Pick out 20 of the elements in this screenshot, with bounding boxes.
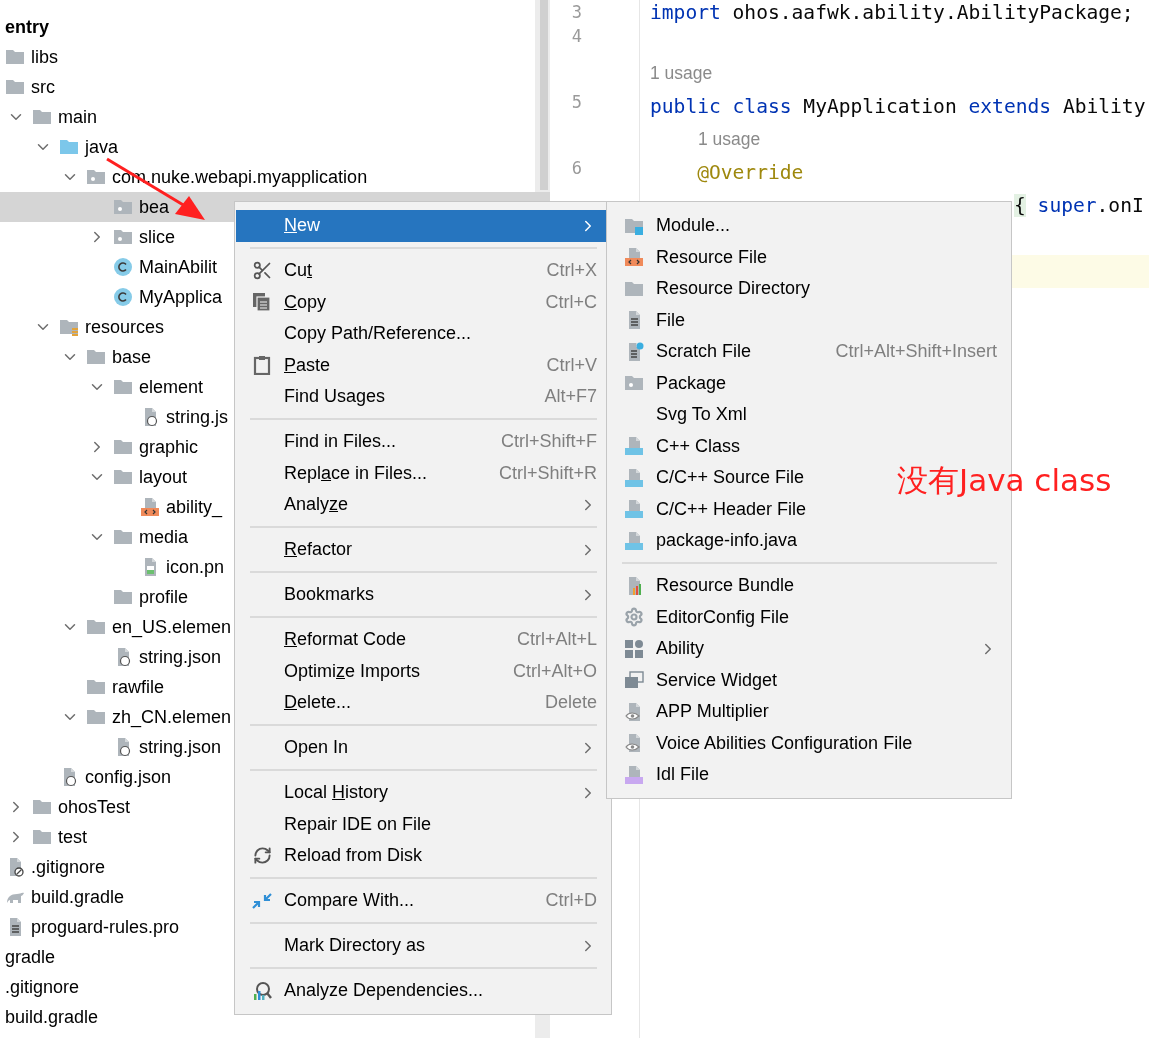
shortcut-text: Alt+F7 [544,386,597,408]
shortcut-text: Ctrl+V [546,354,597,376]
code-line: public class MyApplication extends Ability [650,95,1146,118]
shortcut-text: Ctrl+Alt+O [512,660,597,682]
shortcut-text: Ctrl+X [546,260,597,282]
shortcut-text: Ctrl+Shift+F [500,431,597,453]
shortcut-text: Delete [544,692,597,714]
shortcut-text: Ctrl+Alt+Shift+Insert [835,341,997,363]
annotation-text: 没有Java class [897,461,1112,500]
code-line: import ohos.aafwk.ability.AbilityPackage; [650,0,1134,24]
line-number: 4 [570,25,583,48]
line-number: 6 [570,157,583,180]
code-line: { super.onI [1014,194,1144,217]
shortcut-text: Ctrl+D [545,890,597,912]
code-line: @Override [696,161,804,184]
line-number: 3 [570,1,583,24]
shortcut-text: Ctrl+Shift+R [498,462,597,484]
shortcut-text: Ctrl+Alt+L [516,629,597,651]
shortcut-text: Ctrl+C [545,291,597,313]
line-number: 5 [570,91,583,114]
